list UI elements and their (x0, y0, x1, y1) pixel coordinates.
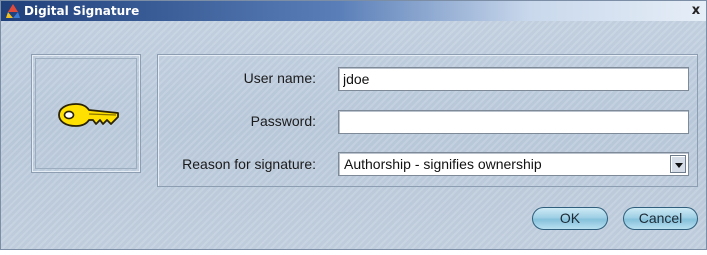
chevron-down-icon[interactable] (670, 155, 686, 173)
password-input[interactable] (338, 110, 689, 134)
cancel-button[interactable]: Cancel (623, 207, 698, 230)
reason-label: Reason for signature: (182, 156, 316, 172)
signature-form: User name: Password: Reason for signatur… (157, 54, 698, 187)
password-label: Password: (250, 113, 316, 129)
window-title: Digital Signature (24, 4, 140, 18)
reason-selected-value: Authorship - signifies ownership (344, 156, 542, 172)
title-bar[interactable]: Digital Signature x (1, 1, 706, 21)
digital-signature-dialog: Digital Signature x User name: Password:… (0, 0, 707, 250)
icon-panel (31, 54, 141, 173)
key-icon (56, 97, 122, 133)
reason-select[interactable]: Authorship - signifies ownership (338, 152, 689, 176)
close-button[interactable]: x (689, 3, 703, 18)
signature-app-icon (5, 3, 21, 19)
ok-button[interactable]: OK (532, 207, 608, 230)
icon-panel-frame (35, 58, 137, 169)
username-input[interactable] (338, 67, 689, 91)
username-label: User name: (243, 70, 316, 86)
